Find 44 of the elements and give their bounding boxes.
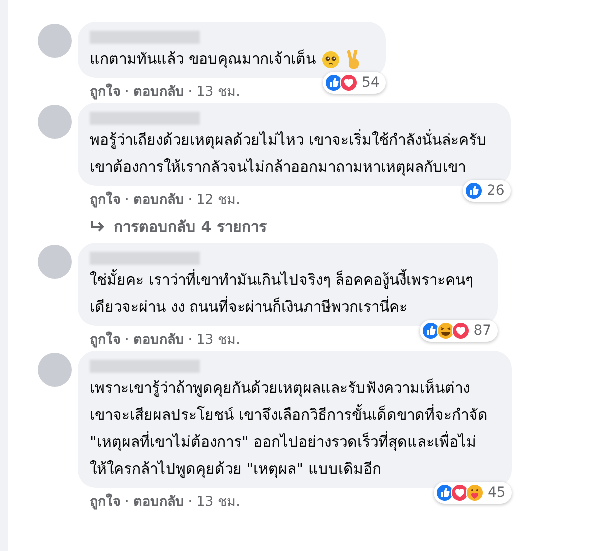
reaction-badge[interactable]: 87 (420, 320, 498, 342)
comment-text: ใช่มั้ยคะ เราว่าที่เขาทำมันเกินไปจริงๆ ล็อคคองู้นงี้เพราะคนๆ เดียวจะผ่าน งง ถนนที่จะผ่านก็เงินภาษีพวกเรานี่คะ (90, 268, 474, 318)
separator-dot: · (125, 83, 130, 101)
reply-link[interactable]: ตอบกลับ (133, 331, 184, 349)
separator-dot: · (188, 493, 193, 511)
reply-link[interactable]: ตอบกลับ (133, 191, 184, 209)
like-link[interactable]: ถูกใจ (90, 331, 121, 349)
timestamp-link[interactable]: 12 ชม. (196, 191, 240, 209)
reaction-count: 45 (488, 485, 506, 501)
separator-dot: · (188, 191, 193, 209)
reply-link[interactable]: ตอบกลับ (133, 493, 184, 511)
comment-text: แกตามทันแล้ว ขอบคุณมากเจ้าเต็น (90, 48, 316, 70)
reaction-count: 54 (362, 75, 380, 91)
timestamp-link[interactable]: 13 ชม. (196, 83, 240, 101)
reaction-count: 87 (474, 323, 492, 339)
like-link[interactable]: ถูกใจ (90, 191, 121, 209)
avatar[interactable] (38, 105, 72, 139)
reaction-badge[interactable]: 45 (434, 482, 512, 504)
like-link[interactable]: ถูกใจ (90, 83, 121, 101)
pleading-face-icon (322, 50, 340, 68)
separator-dot: · (125, 331, 130, 349)
like-reaction-icon (464, 182, 483, 200)
hugging-face-icon (466, 484, 484, 502)
avatar[interactable] (38, 24, 72, 58)
timestamp-link[interactable]: 13 ชม. (196, 493, 240, 511)
separator-dot: · (188, 331, 193, 349)
comment-text: พอรู้ว่าเถียงด้วยเหตุผลด้วยไม่ไหว เขาจะเริ่มใช้กำลังนั่นล่ะครับ เขาต้องการให้เรากลัวจนไม่กล้าออกมาถามหาเหตุผลกับเขา (90, 128, 487, 178)
separator-dot: · (188, 83, 193, 101)
timestamp-link[interactable]: 13 ชม. (196, 331, 240, 349)
heart-reaction-icon (340, 74, 358, 92)
heart-reaction-icon (452, 322, 470, 340)
reaction-count: 26 (486, 183, 505, 199)
comment-text: เพราะเขารู้ว่าถ้าพูดคุยกันด้วยเหตุผลและรับฟังความเห็นต่าง เขาจะเสียผลประโยชน์ เขาจึงเลือกวิธีการขั้นเด็ดขาดที่จะกำจัด "เหตุผลที่เขาไม่ต้องการ" ออกไปอย่างรวดเร็วที่สุดและเพื่อไม่ ให้ใครกล้าไปพูดคุยด้วย "เหตุผล" แบบเดิมอีก (90, 378, 488, 480)
victory-hand-icon (346, 50, 362, 70)
avatar[interactable] (38, 245, 72, 279)
reply-link[interactable]: ตอบกลับ (133, 83, 184, 101)
reaction-badge[interactable]: 26 (462, 180, 511, 202)
reply-arrow-icon (90, 220, 106, 234)
separator-dot: · (125, 493, 130, 511)
reaction-badge[interactable]: 54 (322, 72, 386, 94)
like-link[interactable]: ถูกใจ (90, 493, 121, 511)
view-replies-link[interactable]: การตอบกลับ 4 รายการ (78, 209, 267, 241)
avatar[interactable] (38, 353, 72, 387)
separator-dot: · (125, 191, 130, 209)
